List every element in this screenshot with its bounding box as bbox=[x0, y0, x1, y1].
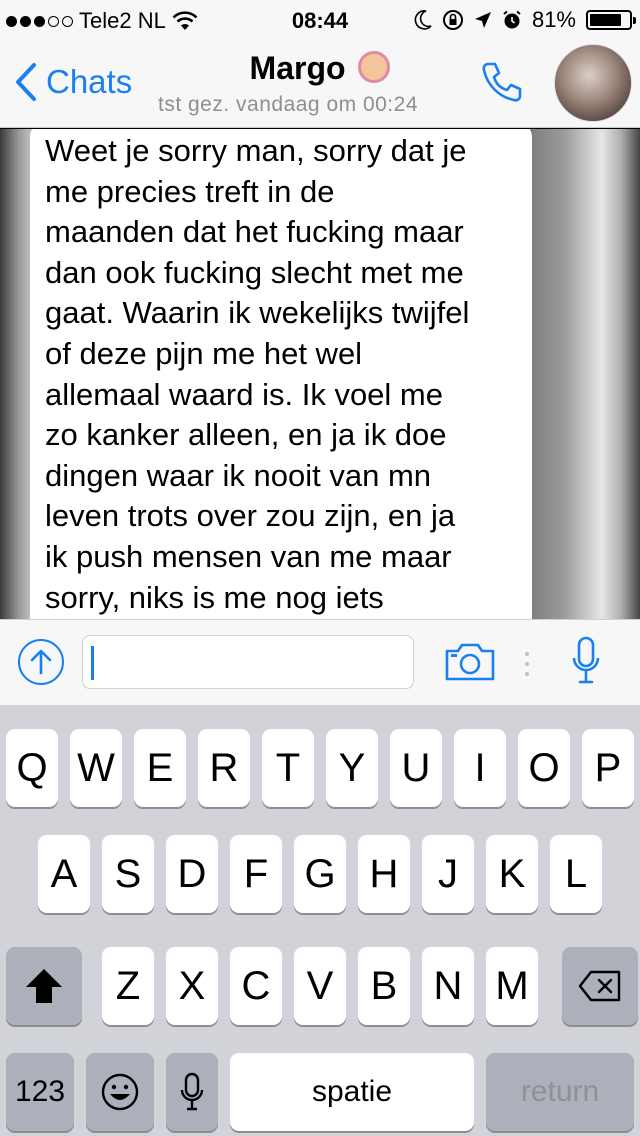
message-line: gaat. Waarin ik wekelijks twijfel bbox=[45, 295, 470, 331]
text-cursor bbox=[91, 646, 94, 680]
message-line: Weet je sorry man, sorry dat je bbox=[45, 133, 467, 168]
key-v[interactable]: V bbox=[294, 947, 346, 1025]
message-line: leven trots over zou zijn, en ja bbox=[45, 498, 456, 534]
key-s[interactable]: S bbox=[102, 835, 154, 913]
contact-avatar[interactable] bbox=[554, 44, 632, 122]
status-right: 81% bbox=[414, 7, 636, 33]
numbers-key[interactable]: 123 bbox=[6, 1053, 74, 1131]
contact-name-text: Margo bbox=[249, 50, 346, 86]
arrow-up-icon bbox=[30, 649, 52, 675]
key-u[interactable]: U bbox=[390, 729, 442, 807]
shift-key[interactable] bbox=[6, 947, 82, 1025]
smiley-icon bbox=[101, 1073, 139, 1111]
key-w[interactable]: W bbox=[70, 729, 122, 807]
shift-arrow-icon bbox=[26, 969, 62, 1003]
attach-button[interactable] bbox=[18, 639, 64, 685]
key-l[interactable]: L bbox=[550, 835, 602, 913]
incoming-message-bubble[interactable]: Weet je sorry man, sorry dat je me precie… bbox=[30, 129, 532, 619]
message-line: maanden dat het fucking maar bbox=[45, 214, 464, 250]
contact-name[interactable]: Margo bbox=[0, 50, 640, 87]
numbers-key-label: 123 bbox=[14, 1075, 66, 1108]
phone-call-icon[interactable] bbox=[478, 58, 526, 106]
key-z[interactable]: Z bbox=[102, 947, 154, 1025]
message-input[interactable] bbox=[82, 635, 414, 689]
key-p[interactable]: P bbox=[582, 729, 634, 807]
alarm-icon bbox=[503, 10, 521, 29]
woman-gesturing-emoji-icon bbox=[358, 51, 391, 83]
separator-dots bbox=[525, 652, 529, 676]
key-e[interactable]: E bbox=[134, 729, 186, 807]
return-key-label: return bbox=[520, 1075, 600, 1108]
key-a[interactable]: A bbox=[38, 835, 90, 913]
delete-key[interactable] bbox=[562, 947, 638, 1025]
key-k[interactable]: K bbox=[486, 835, 538, 913]
key-c[interactable]: C bbox=[230, 947, 282, 1025]
emoji-key[interactable] bbox=[86, 1053, 154, 1131]
space-key[interactable]: spatie bbox=[230, 1053, 474, 1131]
key-i[interactable]: I bbox=[454, 729, 506, 807]
status-bar: Tele2 NL 08:44 81% bbox=[0, 0, 640, 40]
message-line: sorry, niks is me nog iets bbox=[45, 579, 384, 615]
message-line: dan ook fucking slecht met me bbox=[45, 254, 464, 290]
key-o[interactable]: O bbox=[518, 729, 570, 807]
backspace-icon bbox=[578, 970, 621, 1002]
message-text: Weet je sorry man, sorry dat je me precie… bbox=[45, 131, 518, 618]
key-j[interactable]: J bbox=[422, 835, 474, 913]
message-line: allemaal waard is. Ik voel me bbox=[45, 376, 443, 412]
microphone-icon bbox=[180, 1072, 204, 1111]
message-line: ik push mensen van me maar bbox=[45, 538, 452, 574]
key-n[interactable]: N bbox=[422, 947, 474, 1025]
microphone-icon[interactable] bbox=[572, 636, 600, 688]
key-m[interactable]: M bbox=[486, 947, 538, 1025]
dictation-key[interactable] bbox=[166, 1053, 218, 1131]
moon-icon bbox=[414, 10, 432, 30]
message-line: of deze pijn me het wel bbox=[45, 335, 363, 371]
key-x[interactable]: X bbox=[166, 947, 218, 1025]
return-key[interactable]: return bbox=[486, 1053, 634, 1131]
battery-icon bbox=[586, 10, 636, 30]
key-q[interactable]: Q bbox=[6, 729, 58, 807]
key-d[interactable]: D bbox=[166, 835, 218, 913]
message-line: me precies treft in de bbox=[45, 173, 335, 209]
chat-area[interactable]: Weet je sorry man, sorry dat je me precie… bbox=[0, 129, 640, 619]
key-f[interactable]: F bbox=[230, 835, 282, 913]
battery-percentage: 81% bbox=[531, 7, 576, 32]
keyboard: QWERTYUIOP ASDFGHJKL ZXCVBNM 123 spatie bbox=[0, 705, 640, 1136]
message-line: zo kanker alleen, en ja ik doe bbox=[45, 417, 447, 453]
key-t[interactable]: T bbox=[262, 729, 314, 807]
key-b[interactable]: B bbox=[358, 947, 410, 1025]
space-key-label: spatie bbox=[311, 1075, 393, 1108]
camera-icon[interactable] bbox=[444, 642, 496, 682]
input-bar bbox=[0, 619, 640, 705]
key-y[interactable]: Y bbox=[326, 729, 378, 807]
chat-header: Chats Margo tst gez. vandaag om 00:24 bbox=[0, 40, 640, 128]
rotation-lock-icon bbox=[442, 10, 463, 30]
key-h[interactable]: H bbox=[358, 835, 410, 913]
message-line: dingen waar ik nooit van mn bbox=[45, 457, 432, 493]
last-seen-status: tst gez. vandaag om 00:24 bbox=[158, 93, 418, 116]
key-g[interactable]: G bbox=[294, 835, 346, 913]
key-r[interactable]: R bbox=[198, 729, 250, 807]
location-icon bbox=[474, 12, 491, 28]
